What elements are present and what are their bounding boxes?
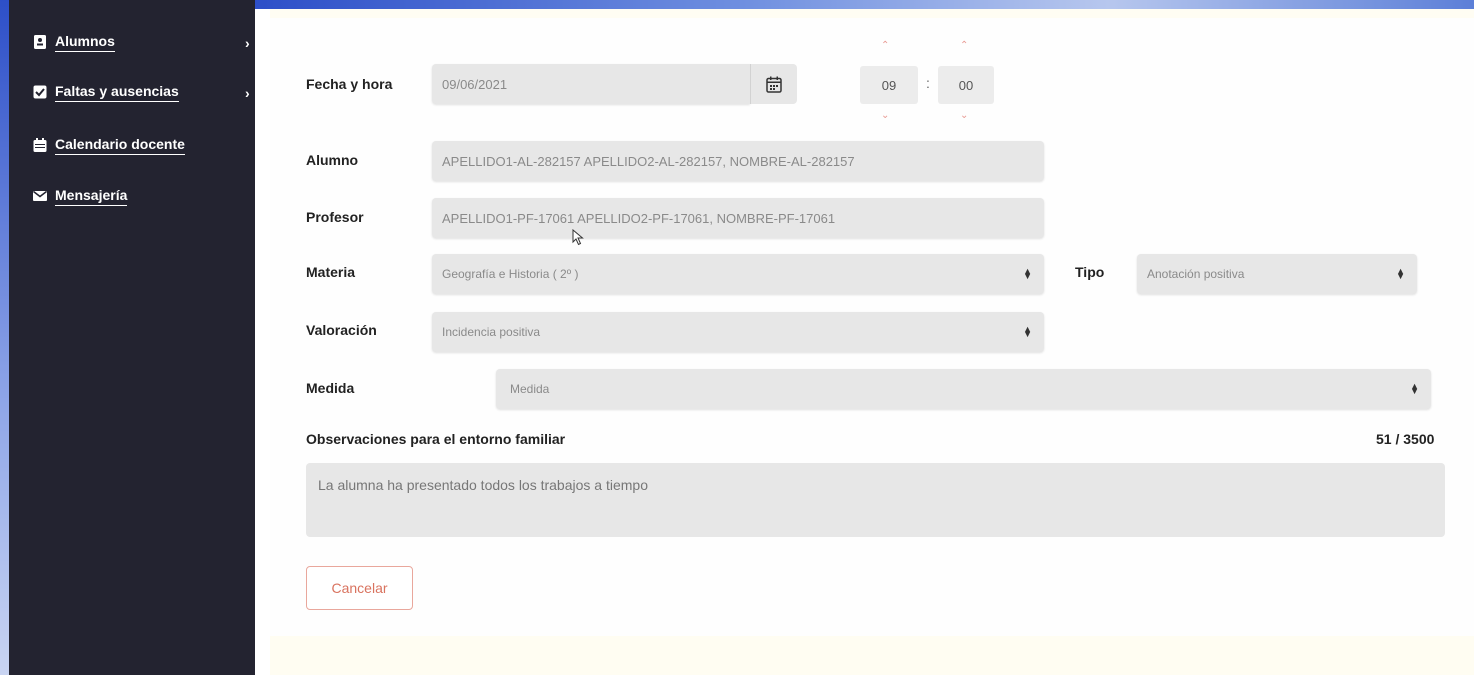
checkbox-icon [33,85,47,99]
contact-card-icon [33,35,47,49]
select-arrows-icon: ▲ ▼ [1396,266,1405,281]
hour-increment-icon[interactable]: ⌃ [881,40,889,51]
sidebar-item-faltas[interactable]: Faltas y ausencias › [33,77,250,107]
sidebar-item-mensajeria[interactable]: Mensajería [33,181,128,211]
tipo-value: Anotación positiva [1147,267,1245,281]
sidebar: Alumnos › Faltas y ausencias › Calendari… [9,0,255,675]
materia-value: Geografía e Historia ( 2º ) [442,267,579,281]
chevron-right-icon: › [245,85,250,101]
minute-increment-icon[interactable]: ⌃ [960,40,968,51]
cancel-button[interactable]: Cancelar [306,566,413,610]
minute-decrement-icon[interactable]: ⌄ [960,110,968,121]
chevron-right-icon: › [245,35,250,51]
valoracion-select[interactable]: Incidencia positiva ▲ ▼ [432,312,1044,352]
materia-select[interactable]: Geografía e Historia ( 2º ) ▲ ▼ [432,254,1044,294]
medida-select[interactable]: Medida ▲ ▼ [496,369,1431,409]
minute-value: 00 [958,77,974,93]
profesor-value: APELLIDO1-PF-17061 APELLIDO2-PF-17061, N… [442,210,836,226]
alumno-label: Alumno [306,152,359,168]
char-counter: 51 / 3500 [1376,431,1435,447]
date-value: 09/06/2021 [442,76,508,92]
medida-label: Medida [306,380,355,396]
calendar-icon [766,76,782,93]
observaciones-label: Observaciones para el entorno familiar [306,431,566,447]
select-arrows-icon: ▲ ▼ [1023,324,1032,339]
time-separator: : [926,75,930,91]
envelope-icon [33,189,47,203]
cancel-label: Cancelar [331,580,388,596]
tipo-label: Tipo [1075,264,1105,280]
calendar-icon [33,138,47,152]
date-picker-button[interactable] [750,64,797,104]
tipo-select[interactable]: Anotación positiva ▲ ▼ [1137,254,1417,294]
alumno-value: APELLIDO1-AL-282157 APELLIDO2-AL-282157,… [442,153,855,169]
sidebar-item-label: Mensajería [55,187,128,206]
fecha-label: Fecha y hora [306,76,393,92]
minute-input[interactable]: 00 [938,66,994,104]
sidebar-item-label: Calendario docente [55,136,185,155]
panel-footer-strip [270,636,1474,675]
materia-label: Materia [306,264,356,280]
alumno-field[interactable]: APELLIDO1-AL-282157 APELLIDO2-AL-282157,… [432,141,1044,181]
valoracion-label: Valoración [306,322,377,338]
profesor-label: Profesor [306,209,364,225]
profesor-field[interactable]: APELLIDO1-PF-17061 APELLIDO2-PF-17061, N… [432,198,1044,238]
sidebar-item-alumnos[interactable]: Alumnos › [33,27,250,57]
select-arrows-icon: ▲ ▼ [1410,381,1419,396]
sidebar-item-label: Faltas y ausencias [55,83,179,102]
window-frame-top [255,0,1474,9]
date-input[interactable]: 09/06/2021 [432,64,750,104]
hour-value: 09 [881,77,897,93]
hour-input[interactable]: 09 [860,66,918,104]
select-arrows-icon: ▲ ▼ [1023,266,1032,281]
window-frame-left [0,0,9,675]
observaciones-textarea[interactable]: La alumna ha presentado todos los trabaj… [306,463,1445,537]
hour-decrement-icon[interactable]: ⌄ [881,110,889,121]
medida-placeholder: Medida [510,382,550,396]
mouse-cursor-icon [572,229,584,246]
sidebar-item-label: Alumnos [55,33,115,52]
sidebar-item-calendario[interactable]: Calendario docente [33,130,185,160]
valoracion-value: Incidencia positiva [442,325,541,339]
